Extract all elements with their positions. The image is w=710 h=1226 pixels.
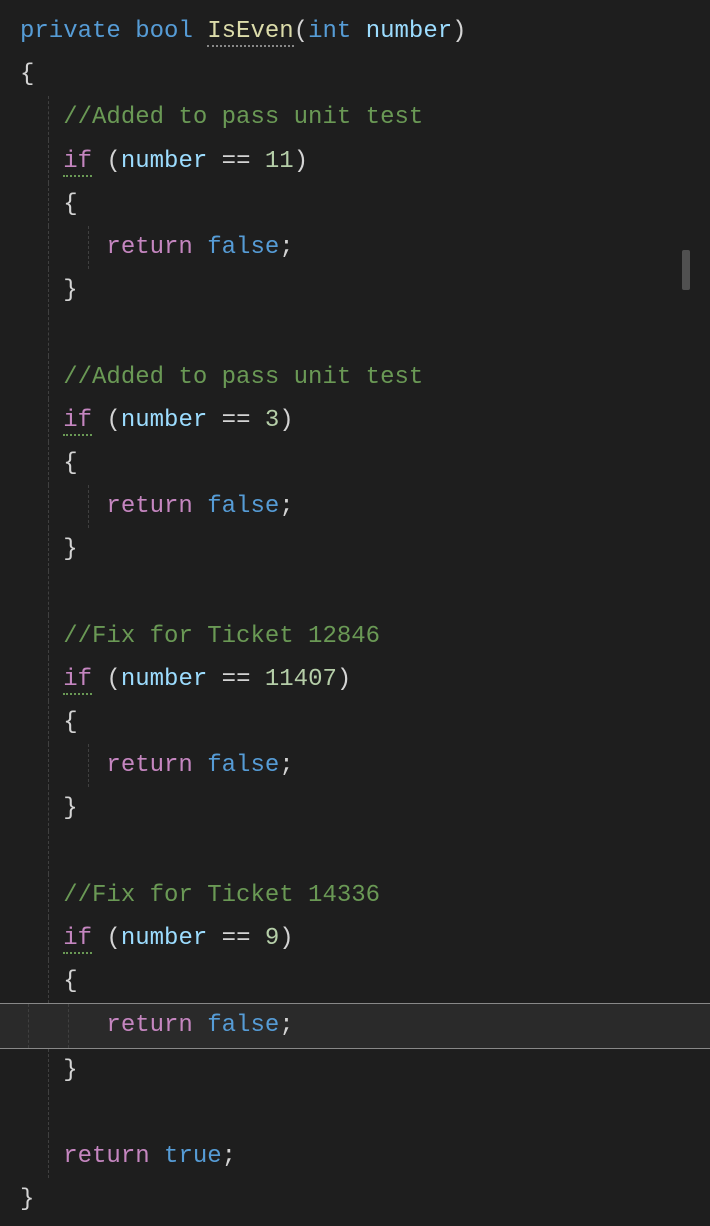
code-line: return true; — [20, 1135, 690, 1178]
number-literal: 11407 — [265, 666, 337, 693]
code-line: return false; — [20, 744, 690, 787]
code-line-active: return false; — [0, 1003, 710, 1048]
number-literal: 11 — [265, 148, 294, 175]
bool-literal: false — [207, 752, 279, 779]
close-brace: } — [63, 277, 77, 304]
comment: //Added to pass unit test — [63, 104, 423, 131]
open-paren: ( — [92, 925, 121, 952]
bool-literal: true — [164, 1143, 222, 1170]
code-line: if (number == 11) — [20, 140, 690, 183]
semicolon: ; — [222, 1143, 236, 1170]
close-paren: ) — [279, 925, 293, 952]
code-line: { — [20, 701, 690, 744]
keyword-return: return — [106, 493, 192, 520]
parameter: number — [366, 18, 452, 45]
code-line: if (number == 3) — [20, 399, 690, 442]
code-line: } — [20, 1178, 690, 1221]
code-line — [20, 831, 690, 874]
semicolon: ; — [279, 1012, 293, 1039]
variable: number — [121, 148, 207, 175]
code-line: { — [20, 53, 690, 96]
keyword-private: private — [20, 18, 121, 45]
code-editor[interactable]: private bool IsEven(int number) { //Adde… — [20, 10, 690, 1221]
keyword-int: int — [308, 18, 351, 45]
open-paren: ( — [294, 18, 308, 45]
keyword-return: return — [63, 1143, 149, 1170]
code-line: { — [20, 442, 690, 485]
code-line: if (number == 11407) — [20, 658, 690, 701]
open-paren: ( — [92, 148, 121, 175]
code-line: if (number == 9) — [20, 917, 690, 960]
open-brace: { — [63, 709, 77, 736]
comment: //Fix for Ticket 12846 — [63, 623, 380, 650]
code-line: //Fix for Ticket 12846 — [20, 615, 690, 658]
close-paren: ) — [452, 18, 466, 45]
close-paren: ) — [294, 148, 308, 175]
code-line: return false; — [20, 485, 690, 528]
keyword-if: if — [63, 925, 92, 954]
bool-literal: false — [207, 1012, 279, 1039]
close-brace: } — [63, 1057, 77, 1084]
keyword-return: return — [106, 1012, 192, 1039]
code-line: //Fix for Ticket 14336 — [20, 874, 690, 917]
code-line — [20, 312, 690, 355]
operator-equals: == — [207, 407, 265, 434]
operator-equals: == — [207, 666, 265, 693]
code-line: } — [20, 528, 690, 571]
keyword-return: return — [106, 752, 192, 779]
close-brace: } — [63, 795, 77, 822]
comment: //Added to pass unit test — [63, 364, 423, 391]
bool-literal: false — [207, 234, 279, 261]
variable: number — [121, 925, 207, 952]
open-brace: { — [63, 191, 77, 218]
comment: //Fix for Ticket 14336 — [63, 882, 380, 909]
close-paren: ) — [337, 666, 351, 693]
keyword-if: if — [63, 148, 92, 177]
open-paren: ( — [92, 666, 121, 693]
method-name: IsEven — [207, 18, 293, 47]
code-line: private bool IsEven(int number) — [20, 10, 690, 53]
number-literal: 3 — [265, 407, 279, 434]
code-line: return false; — [20, 226, 690, 269]
code-line — [20, 571, 690, 614]
close-brace: } — [20, 1186, 34, 1213]
keyword-if: if — [63, 407, 92, 436]
open-brace: { — [63, 450, 77, 477]
number-literal: 9 — [265, 925, 279, 952]
code-line: //Added to pass unit test — [20, 96, 690, 139]
code-line: //Added to pass unit test — [20, 356, 690, 399]
keyword-if: if — [63, 666, 92, 695]
semicolon: ; — [279, 493, 293, 520]
code-line: } — [20, 787, 690, 830]
code-line: } — [20, 1049, 690, 1092]
close-paren: ) — [279, 407, 293, 434]
semicolon: ; — [279, 752, 293, 779]
close-brace: } — [63, 536, 77, 563]
operator-equals: == — [207, 148, 265, 175]
code-line — [20, 1092, 690, 1135]
code-line: { — [20, 183, 690, 226]
bool-literal: false — [207, 493, 279, 520]
open-brace: { — [63, 968, 77, 995]
code-line: { — [20, 960, 690, 1003]
open-brace: { — [20, 61, 34, 88]
code-line: } — [20, 269, 690, 312]
variable: number — [121, 407, 207, 434]
operator-equals: == — [207, 925, 265, 952]
keyword-return: return — [106, 234, 192, 261]
variable: number — [121, 666, 207, 693]
open-paren: ( — [92, 407, 121, 434]
keyword-bool: bool — [135, 18, 193, 45]
semicolon: ; — [279, 234, 293, 261]
